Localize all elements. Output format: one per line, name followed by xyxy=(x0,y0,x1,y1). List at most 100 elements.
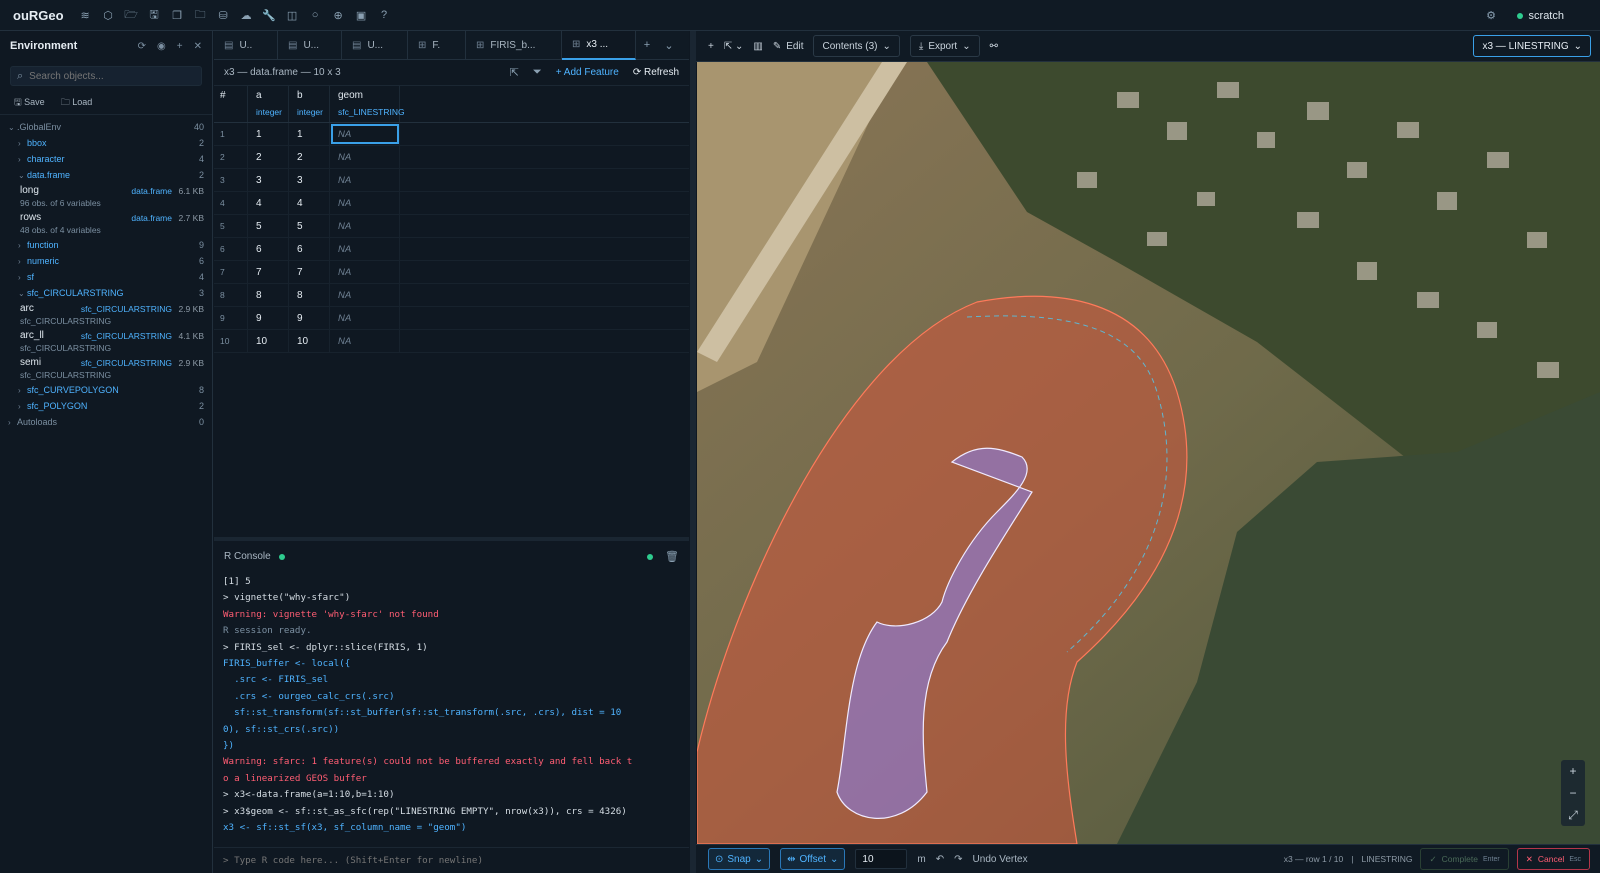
console-input-row[interactable] xyxy=(214,847,689,873)
help-icon[interactable]: ? xyxy=(373,5,396,25)
close-icon[interactable]: ✕ xyxy=(194,41,202,52)
tree-group[interactable]: › bbox 2 xyxy=(0,135,212,151)
add-icon[interactable]: + xyxy=(708,41,714,52)
tab-menu-chevron-icon[interactable]: ⌄ xyxy=(658,31,680,59)
workspace-indicator[interactable]: scratch xyxy=(1516,10,1564,22)
fullscreen-icon[interactable]: ⤢ xyxy=(1561,804,1585,826)
table-cell[interactable]: 4 xyxy=(289,192,330,214)
database-icon[interactable]: ⛁ xyxy=(212,5,235,25)
filter-icon[interactable]: ⏷ xyxy=(533,66,542,79)
tree-object[interactable]: long data.frame 6.1 KB 96 obs. of 6 variabl… xyxy=(0,183,212,210)
table-cell[interactable]: 7 xyxy=(248,261,289,283)
select-tool-icon[interactable]: ⇱ ⌄ xyxy=(724,41,744,52)
zoom-in-button[interactable]: + xyxy=(1561,760,1585,782)
table-cell[interactable]: 10 xyxy=(248,330,289,352)
image-icon[interactable]: ▣ xyxy=(350,5,373,25)
tree-group[interactable]: › sfc_POLYGON 2 xyxy=(0,398,212,414)
table-row[interactable]: 10 10 10 NA xyxy=(214,330,689,353)
table-cell[interactable]: NA xyxy=(330,261,400,283)
settings-sliders-icon[interactable]: ⚯ xyxy=(990,41,998,52)
add-feature-button[interactable]: + Add Feature xyxy=(556,67,619,78)
table-cell[interactable]: NA xyxy=(330,307,400,329)
table-row[interactable]: 1 1 1 NA xyxy=(214,123,689,146)
table-cell[interactable]: NA xyxy=(330,284,400,306)
save-button[interactable]: 🖫 Save xyxy=(14,95,45,111)
trash-icon[interactable]: 🗑 xyxy=(665,550,679,563)
load-button[interactable]: 🗀 Load xyxy=(61,95,93,111)
cube-icon[interactable]: ⬡ xyxy=(97,5,120,25)
table-cell[interactable]: NA xyxy=(330,192,400,214)
undo-vertex-button[interactable]: Undo Vertex xyxy=(973,854,1028,865)
layers-icon[interactable]: ≋ xyxy=(74,5,97,25)
table-cell[interactable]: NA xyxy=(330,146,400,168)
table-row[interactable]: 2 2 2 NA xyxy=(214,146,689,169)
export-dropdown[interactable]: ⤓ Export ⌄ xyxy=(909,35,980,57)
table-cell[interactable]: NA xyxy=(330,169,400,191)
table-cell[interactable]: 3 xyxy=(248,169,289,191)
redo-icon[interactable]: ↷ xyxy=(954,854,962,865)
tree-object[interactable]: arc_ll sfc_CIRCULARSTRING 4.1 KB sfc_CIRCUL… xyxy=(0,328,212,355)
table-row[interactable]: 5 5 5 NA xyxy=(214,215,689,238)
folder-open-icon[interactable]: 🗁 xyxy=(120,5,143,25)
table-cell[interactable]: 6 xyxy=(248,238,289,260)
circle-icon[interactable]: ○ xyxy=(304,5,327,25)
table-cell[interactable]: 10 xyxy=(289,330,330,352)
search-input[interactable] xyxy=(29,70,200,82)
tree-group[interactable]: › sfc_CURVEPOLYGON 8 xyxy=(0,382,212,398)
offset-toggle[interactable]: ⇹ Offset ⌄ xyxy=(780,848,846,870)
new-tab-button[interactable]: + xyxy=(636,31,658,59)
column-header[interactable]: # xyxy=(214,86,248,122)
table-cell[interactable]: 8 xyxy=(289,284,330,306)
table-cell[interactable]: 1 xyxy=(289,123,330,145)
table-row[interactable]: 7 7 7 NA xyxy=(214,261,689,284)
tab-3[interactable]: ⊞ F. xyxy=(408,31,466,60)
tree-group[interactable]: › sf 4 xyxy=(0,269,212,285)
robot-icon[interactable]: ◫ xyxy=(281,5,304,25)
table-cell[interactable]: 7 xyxy=(289,261,330,283)
table-cell[interactable]: 6 xyxy=(289,238,330,260)
zoom-out-button[interactable]: − xyxy=(1561,782,1585,804)
table-cell[interactable]: 9 xyxy=(248,307,289,329)
offset-input[interactable] xyxy=(855,849,908,869)
tree-group[interactable]: ⌄ .GlobalEnv 40 xyxy=(0,119,212,135)
tab-1[interactable]: ▤ U... xyxy=(278,31,342,60)
table-row[interactable]: 4 4 4 NA xyxy=(214,192,689,215)
table-cell[interactable]: NA xyxy=(330,238,400,260)
table-row[interactable]: 6 6 6 NA xyxy=(214,238,689,261)
table-cell[interactable]: 3 xyxy=(289,169,330,191)
tab-0[interactable]: ▤ U.. xyxy=(214,31,278,60)
tree-group[interactable]: › Autoloads 0 xyxy=(0,414,212,430)
refresh-icon[interactable]: ⟳ xyxy=(138,41,146,52)
tree-group[interactable]: ⌄ data.frame 2 xyxy=(0,167,212,183)
tree-object[interactable]: arc sfc_CIRCULARSTRING 2.9 KB sfc_CIRCULARS… xyxy=(0,301,212,328)
cancel-button[interactable]: ✕ Cancel Esc xyxy=(1516,848,1590,870)
tree-group[interactable]: › character 4 xyxy=(0,151,212,167)
layer-selector[interactable]: x3 — LINESTRING ⌄ xyxy=(1473,35,1591,57)
book-icon[interactable]: ▥ xyxy=(753,41,762,52)
folder-icon[interactable]: 🗀 xyxy=(189,5,212,25)
satellite-map[interactable] xyxy=(697,62,1600,844)
tab-2[interactable]: ▤ U... xyxy=(342,31,408,60)
table-cell[interactable]: 8 xyxy=(248,284,289,306)
table-cell[interactable]: NA xyxy=(330,215,400,237)
undo-icon[interactable]: ↶ xyxy=(936,854,944,865)
table-row[interactable]: 9 9 9 NA xyxy=(214,307,689,330)
table-cell[interactable]: NA xyxy=(330,330,400,352)
table-row[interactable]: 3 3 3 NA xyxy=(214,169,689,192)
edit-button[interactable]: ✎ Edit xyxy=(773,41,804,52)
table-cell[interactable]: 5 xyxy=(289,215,330,237)
save-icon[interactable]: 🖫 xyxy=(143,5,166,25)
search-box[interactable]: ⌕ xyxy=(10,66,202,86)
console-input[interactable] xyxy=(223,855,663,866)
settings-icon[interactable]: ⚙ xyxy=(1480,6,1503,26)
refresh-button[interactable]: ⟳ Refresh xyxy=(633,67,679,78)
wrench-icon[interactable]: 🔧 xyxy=(258,5,281,25)
add-icon[interactable]: + xyxy=(177,41,183,52)
complete-button[interactable]: ✓ Complete Enter xyxy=(1420,848,1509,870)
table-cell[interactable]: NA xyxy=(330,123,400,145)
eye-icon[interactable]: ◉ xyxy=(157,41,166,52)
table-cell[interactable]: 5 xyxy=(248,215,289,237)
table-cell[interactable]: 9 xyxy=(289,307,330,329)
table-cell[interactable]: 4 xyxy=(248,192,289,214)
snap-toggle[interactable]: ⊙ Snap ⌄ xyxy=(708,848,771,870)
